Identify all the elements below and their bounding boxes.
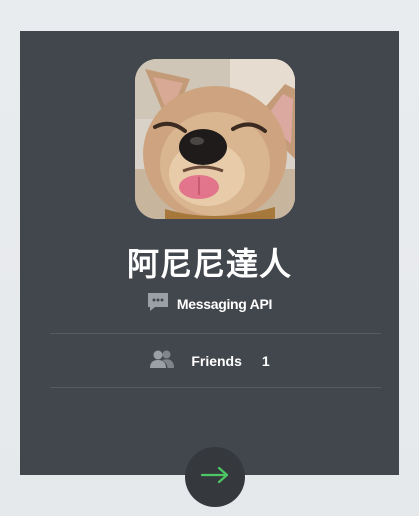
friends-count: 1 — [261, 353, 270, 369]
people-icon — [149, 349, 175, 374]
friends-label: Friends — [191, 353, 242, 369]
divider-top — [50, 333, 381, 334]
divider-bottom — [50, 387, 381, 388]
account-type-row: Messaging API — [20, 291, 399, 317]
next-button[interactable] — [185, 447, 245, 507]
profile-card: 阿尼尼達人 Messaging API Friends 1 — [20, 31, 399, 475]
account-type-label: Messaging API — [176, 296, 273, 312]
profile-avatar — [135, 59, 295, 219]
chat-bubble-icon — [147, 292, 169, 317]
friends-row: Friends 1 — [20, 347, 399, 375]
page: 阿尼尼達人 Messaging API Friends 1 — [0, 0, 419, 516]
arrow-right-icon — [200, 466, 230, 489]
account-name: 阿尼尼達人 — [126, 246, 292, 282]
